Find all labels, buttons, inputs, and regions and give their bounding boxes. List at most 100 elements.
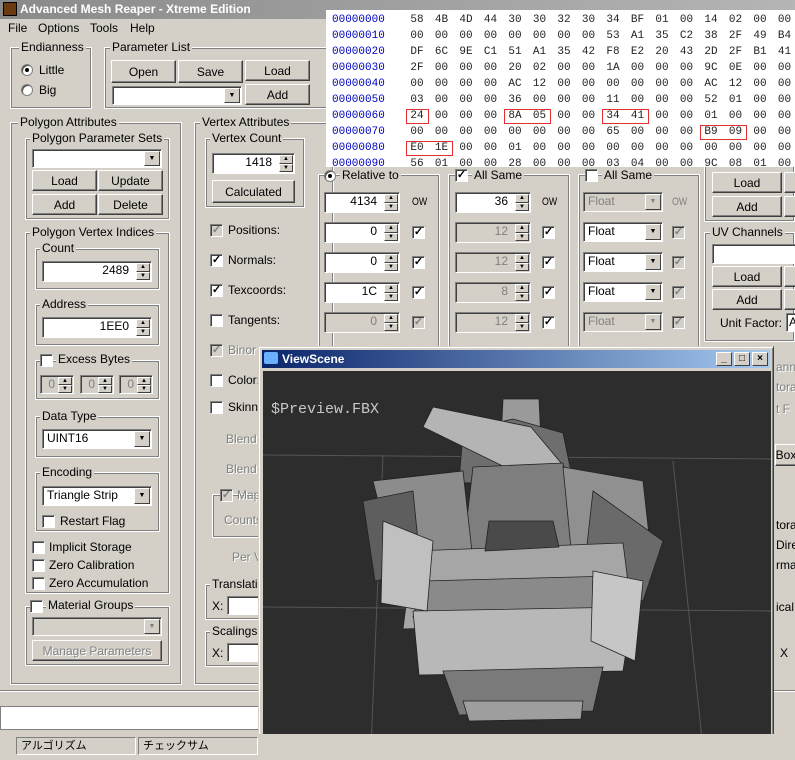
hex-byte[interactable]: 00	[580, 110, 598, 122]
hex-byte[interactable]: 20	[506, 62, 524, 74]
endianness-big-radio[interactable]	[21, 84, 33, 96]
hex-byte[interactable]: 53	[604, 30, 622, 42]
col3-combo-4[interactable]: Float ▼	[583, 312, 663, 332]
hex-byte[interactable]: 2F	[727, 30, 745, 42]
close-icon[interactable]: ×	[752, 352, 768, 366]
right-fragment-4[interactable]: Box	[775, 444, 795, 466]
hex-byte[interactable]: 00	[580, 126, 598, 138]
hex-byte[interactable]: 00	[653, 94, 671, 106]
open-button[interactable]: Open	[111, 60, 176, 83]
hex-byte[interactable]: 35	[653, 30, 671, 42]
hex-byte[interactable]: 44	[482, 14, 500, 26]
hex-byte[interactable]: 01	[653, 14, 671, 26]
col1-field-2[interactable]: 0 ▲ ▼	[324, 252, 400, 273]
hex-byte[interactable]: 00	[555, 158, 573, 167]
hex-byte[interactable]: 51	[506, 46, 524, 58]
unit-factor-field[interactable]: A	[786, 313, 795, 332]
hex-byte[interactable]: 00	[653, 110, 671, 122]
hex-byte[interactable]: 00	[776, 126, 794, 138]
hex-byte[interactable]: 42	[580, 46, 598, 58]
hex-byte[interactable]: 00	[580, 94, 598, 106]
hex-byte[interactable]: 4D	[457, 14, 475, 26]
hex-byte[interactable]: 00	[629, 78, 647, 90]
hex-byte[interactable]: 00	[776, 14, 794, 26]
zero-calibration-checkbox[interactable]	[32, 559, 45, 572]
hex-byte[interactable]: 00	[482, 110, 500, 122]
hex-byte[interactable]: 00	[555, 30, 573, 42]
hex-byte[interactable]: 00	[408, 78, 426, 90]
col2-all-same-checkbox[interactable]: ✓	[455, 169, 468, 182]
hex-byte[interactable]: 4B	[433, 14, 451, 26]
hex-byte[interactable]: 00	[678, 110, 696, 122]
hex-byte[interactable]: 00	[776, 158, 794, 167]
hex-byte[interactable]: 00	[751, 126, 769, 138]
hex-byte[interactable]: 04	[629, 158, 647, 167]
hex-byte[interactable]: 2D	[702, 46, 720, 58]
col3-check-3[interactable]: ✓	[672, 286, 685, 299]
hex-byte[interactable]: 00	[555, 94, 573, 106]
hex-byte[interactable]: 00	[482, 30, 500, 42]
vertex-count-field[interactable]: 1418 ▲ ▼	[212, 153, 295, 174]
hex-byte[interactable]: E2	[629, 46, 647, 58]
hex-byte[interactable]: 00	[580, 158, 598, 167]
col1-check-3[interactable]: ✓	[412, 286, 425, 299]
hex-byte[interactable]: 36	[506, 94, 524, 106]
excess-byte-3[interactable]: 0 ▲ ▼	[119, 375, 153, 394]
right-extra-button-2[interactable]	[784, 196, 795, 217]
polygon-update-button[interactable]: Update	[98, 170, 163, 191]
hex-byte[interactable]: 00	[629, 94, 647, 106]
hex-byte[interactable]: 38	[702, 30, 720, 42]
save-button[interactable]: Save	[178, 60, 243, 83]
hex-byte[interactable]: 65	[604, 126, 622, 138]
hex-byte[interactable]: 00	[604, 78, 622, 90]
hex-byte[interactable]: 00	[457, 126, 475, 138]
hex-byte[interactable]: 01	[727, 94, 745, 106]
hex-byte[interactable]: 00	[678, 142, 696, 154]
hex-byte[interactable]: 00	[629, 142, 647, 154]
hex-byte[interactable]: 00	[408, 30, 426, 42]
hex-view[interactable]: 00000000 58 4B 4D 44 30 30 32 30 34 BF 01 00 14 02 00 00…	[326, 10, 795, 167]
positions-checkbox[interactable]: ✓	[210, 224, 223, 237]
hex-byte[interactable]: 00	[678, 126, 696, 138]
hex-byte[interactable]: 00	[751, 14, 769, 26]
col2-field-3[interactable]: 8 ▲ ▼	[455, 282, 531, 303]
hex-byte[interactable]: 28	[506, 158, 524, 167]
hex-byte[interactable]: C1	[482, 46, 500, 58]
manage-parameters-button[interactable]: Manage Parameters	[32, 640, 162, 661]
hex-byte[interactable]: 01	[506, 142, 524, 154]
hex-byte[interactable]: 01	[751, 158, 769, 167]
menu-help[interactable]: Help	[130, 21, 155, 35]
load-param-button[interactable]: Load	[245, 60, 310, 81]
relative-to-radio[interactable]	[324, 170, 336, 182]
hex-byte[interactable]: 43	[678, 46, 696, 58]
col3-combo-0[interactable]: Float ▼	[583, 192, 663, 212]
col3-combo-2[interactable]: Float ▼	[583, 252, 663, 272]
map-checkbox[interactable]: ✓	[220, 489, 233, 502]
menu-options[interactable]: Options	[38, 21, 79, 35]
uv-extra-button-1[interactable]	[784, 266, 795, 287]
right-extra-button-1[interactable]	[784, 172, 795, 193]
col3-combo-1[interactable]: Float ▼	[583, 222, 663, 242]
col2-check-1[interactable]: ✓	[542, 226, 555, 239]
encoding-combo[interactable]: Triangle Strip ▼	[42, 486, 152, 506]
add-param-button[interactable]: Add	[245, 84, 310, 105]
hex-byte[interactable]: 20	[653, 46, 671, 58]
hex-byte[interactable]: 00	[653, 62, 671, 74]
hex-byte[interactable]: 00	[678, 158, 696, 167]
hex-byte[interactable]: 00	[653, 126, 671, 138]
hex-byte[interactable]: 00	[653, 142, 671, 154]
hex-byte[interactable]: 01	[702, 110, 720, 122]
hex-byte[interactable]: 00	[776, 142, 794, 154]
hex-byte[interactable]: 2F	[727, 46, 745, 58]
hex-byte[interactable]: 30	[580, 14, 598, 26]
uv-add-button[interactable]: Add	[712, 289, 782, 310]
hex-byte[interactable]: 00	[555, 110, 573, 122]
hex-byte[interactable]: 00	[433, 78, 451, 90]
col1-check-1[interactable]: ✓	[412, 226, 425, 239]
zero-accumulation-checkbox[interactable]	[32, 577, 45, 590]
count-field[interactable]: 2489 ▲ ▼	[42, 261, 152, 282]
menu-file[interactable]: File	[8, 21, 27, 35]
data-type-combo[interactable]: UINT16 ▼	[42, 429, 152, 449]
hex-byte[interactable]: 00	[678, 94, 696, 106]
hex-byte[interactable]: 00	[531, 126, 549, 138]
